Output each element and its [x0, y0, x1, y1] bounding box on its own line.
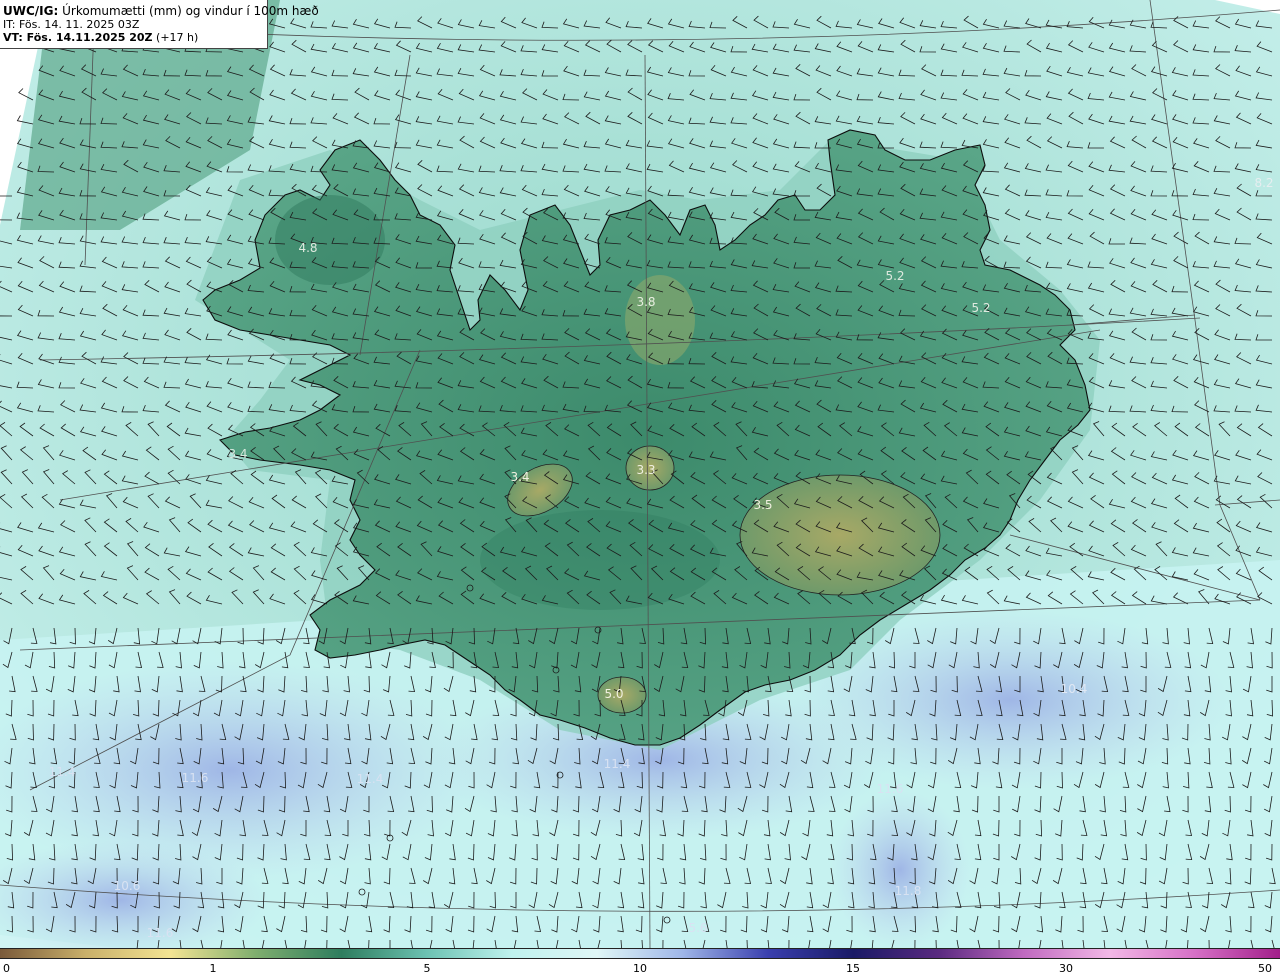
- value-label: 10.4: [1061, 682, 1088, 696]
- colorbar-tick-label: 15: [846, 962, 860, 975]
- valid-time: VT: Fös. 14.11.2025 20Z: [3, 31, 153, 44]
- glacier-vatnajokull: [739, 474, 941, 596]
- map-title: Úrkomumætti (mm) og vindur í 100m hæð: [62, 4, 319, 18]
- value-label: 3.4: [228, 447, 247, 461]
- highland-westfjords: [275, 195, 385, 285]
- value-label: 3.5: [753, 498, 772, 512]
- colorbar-tick-label: 5: [423, 962, 431, 975]
- value-label: 3.3: [636, 463, 655, 477]
- value-label: 5.6: [688, 921, 707, 935]
- colorbar-tick-label: 1: [209, 962, 217, 975]
- value-label: 11.4: [357, 772, 384, 786]
- colorbar-tick-label: 0: [3, 962, 10, 975]
- colorbar-tick-label: 30: [1059, 962, 1073, 975]
- product-code: UWC/IG:: [3, 4, 59, 18]
- colorbar-tick-label: 50: [1258, 962, 1272, 975]
- value-label: 11.6: [877, 782, 904, 796]
- value-label: 3.8: [636, 295, 655, 309]
- value-label: 11.8: [895, 884, 922, 898]
- value-label: 5.2: [971, 301, 990, 315]
- precip-blue-deep-s: [830, 790, 970, 948]
- value-label: 11.6: [147, 926, 174, 940]
- value-label: 5.2: [885, 269, 904, 283]
- value-label: 10.6: [114, 879, 141, 893]
- colorbar: [0, 948, 1280, 959]
- title-line: UWC/IG: Úrkomumætti (mm) og vindur í 100…: [3, 4, 319, 18]
- value-label: 3.4: [510, 470, 529, 484]
- info-box: UWC/IG: Úrkomumætti (mm) og vindur í 100…: [0, 0, 319, 49]
- value-label: 11.4: [49, 765, 76, 779]
- highland-central: [480, 510, 720, 610]
- valid-offset: (+17 h): [156, 31, 199, 44]
- value-label: 4.8: [298, 241, 317, 255]
- value-label: 11.4: [604, 757, 631, 771]
- value-label: 5.0: [604, 687, 623, 701]
- forecast-map[interactable]: 4.8 3.8 5.2 5.2 8.2 3.4 3.3 3.5 3.4 5.0 …: [0, 0, 1280, 948]
- value-label: 8.2: [1254, 176, 1273, 190]
- value-label: 11.6: [182, 771, 209, 785]
- colorbar-tick-label: 10: [633, 962, 647, 975]
- issue-time: IT: Fös. 14. 11. 2025 03Z: [3, 18, 140, 31]
- valid-time-line: VT: Fös. 14.11.2025 20Z (+17 h): [3, 31, 267, 44]
